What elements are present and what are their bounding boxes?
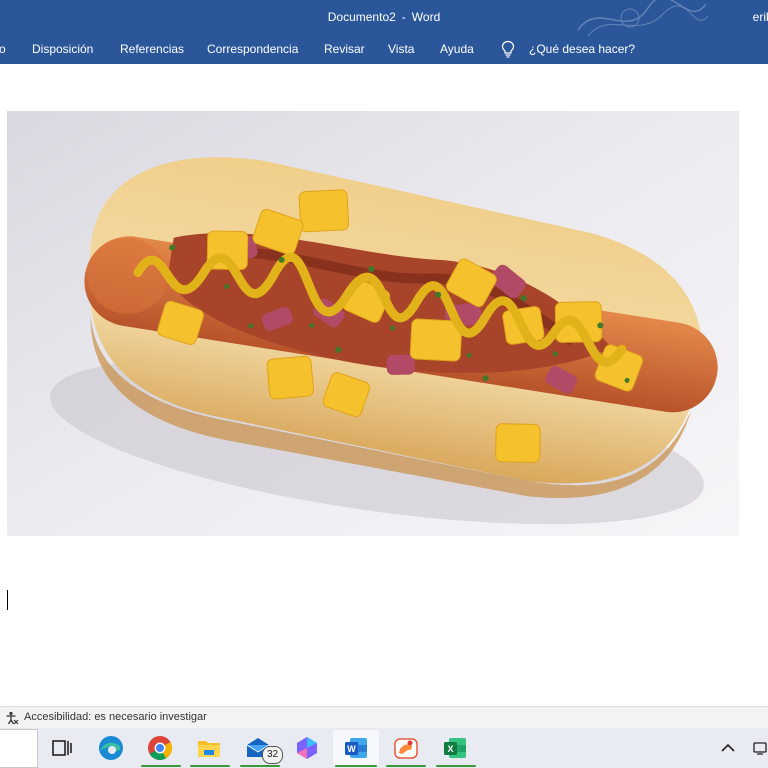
- explorer-running-indicator: [190, 765, 230, 767]
- edge-icon[interactable]: [97, 734, 125, 762]
- chrome-icon[interactable]: [146, 734, 174, 762]
- taskbar: W X: [0, 728, 768, 768]
- task-view-icon[interactable]: [48, 734, 76, 762]
- paint-icon[interactable]: [392, 734, 420, 762]
- file-explorer-icon[interactable]: [195, 734, 223, 762]
- copilot-icon[interactable]: [293, 734, 321, 762]
- text-cursor: [7, 590, 8, 610]
- user-name[interactable]: erik: [753, 10, 768, 24]
- tab-correspondencia[interactable]: Correspondencia: [207, 42, 298, 56]
- document-page[interactable]: [0, 64, 768, 706]
- mail-unread-badge: 32: [262, 746, 283, 764]
- taskbar-search-box[interactable]: [0, 729, 38, 768]
- lightbulb-icon[interactable]: [500, 40, 516, 58]
- word-running-indicator: [335, 765, 377, 767]
- title-bar: Documento2-Word erik: [0, 0, 768, 36]
- tab-referencias[interactable]: Referencias: [120, 42, 184, 56]
- chevron-up-icon[interactable]: [720, 741, 736, 755]
- svg-text:X: X: [447, 744, 453, 754]
- tab-disposicion[interactable]: Disposición: [32, 42, 93, 56]
- svg-text:W: W: [347, 744, 356, 754]
- app-name: Word: [411, 10, 441, 24]
- excel-running-indicator: [436, 765, 476, 767]
- mail-running-indicator: [240, 765, 280, 767]
- tab-archivo[interactable]: o: [0, 42, 6, 56]
- chrome-running-indicator: [141, 765, 181, 767]
- status-bar: Accesibilidad: es necesario investigar: [0, 706, 768, 729]
- word-icon[interactable]: W: [342, 734, 370, 762]
- paint-running-indicator: [386, 765, 426, 767]
- document-name: Documento2: [327, 10, 396, 24]
- tab-revisar[interactable]: Revisar: [324, 42, 365, 56]
- tab-ayuda[interactable]: Ayuda: [440, 42, 474, 56]
- window-title: Documento2- Word: [0, 10, 768, 24]
- ribbon-tabs: o Disposición Referencias Correspondenci…: [0, 36, 768, 64]
- tab-vista[interactable]: Vista: [388, 42, 414, 56]
- accessibility-status[interactable]: Accesibilidad: es necesario investigar: [24, 711, 207, 723]
- excel-icon[interactable]: X: [441, 734, 469, 762]
- accessibility-icon[interactable]: [5, 711, 19, 725]
- tray-device-icon[interactable]: [752, 740, 768, 756]
- hot-dog-photo[interactable]: [7, 111, 739, 536]
- tell-me-search[interactable]: ¿Qué desea hacer?: [529, 42, 635, 56]
- title-separator: -: [401, 10, 406, 24]
